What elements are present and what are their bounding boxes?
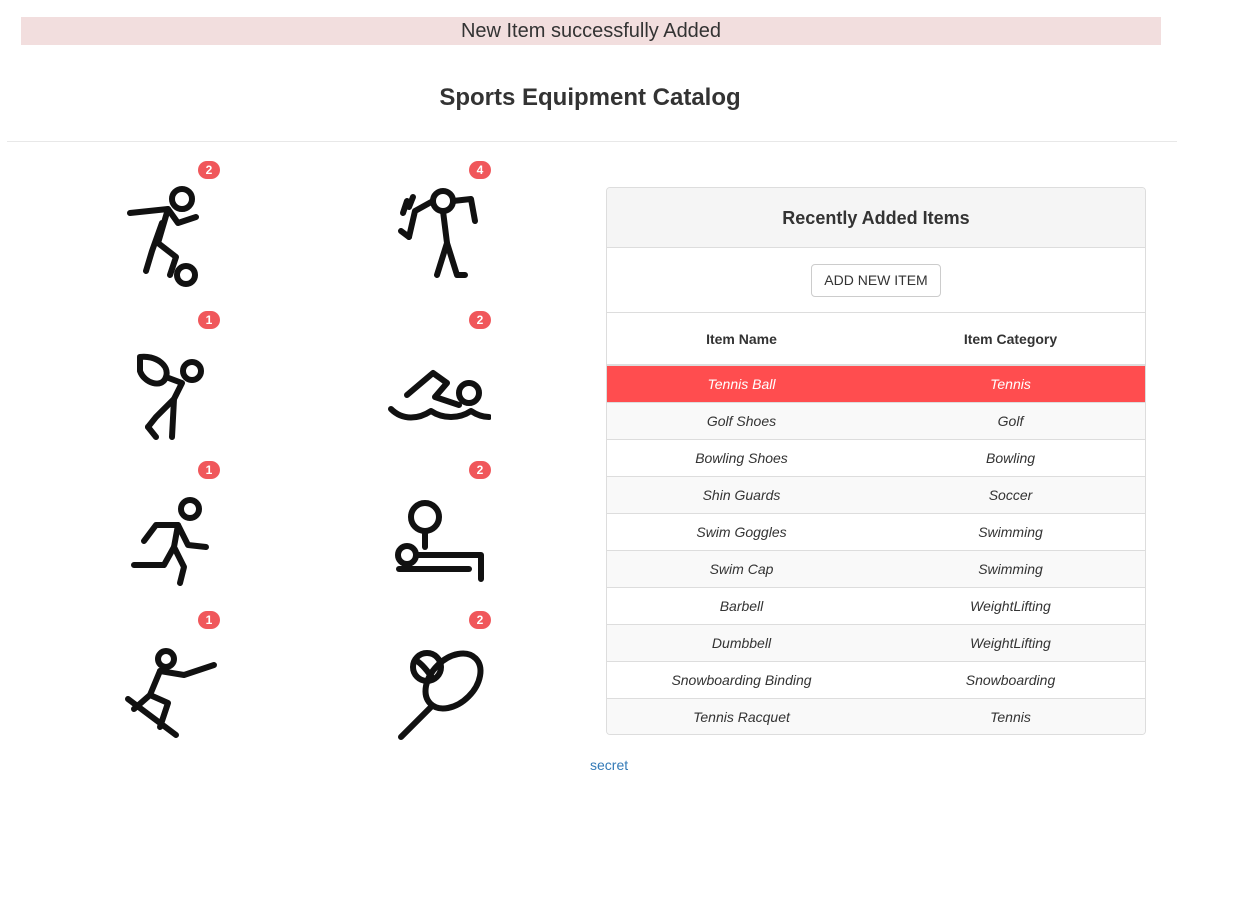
- item-name-cell: Swim Goggles: [607, 512, 876, 550]
- recent-items-panel: Recently Added Items ADD NEW ITEM Item N…: [606, 187, 1146, 735]
- snowboarding-icon: [125, 648, 217, 738]
- count-badge: 2: [469, 311, 491, 329]
- item-category-cell: WeightLifting: [876, 623, 1145, 661]
- divider: [7, 141, 1177, 142]
- item-category-cell: WeightLifting: [876, 586, 1145, 624]
- count-badge: 1: [198, 311, 220, 329]
- add-new-item-button[interactable]: ADD NEW ITEM: [811, 263, 941, 297]
- item-name-cell: Shin Guards: [607, 475, 876, 513]
- count-badge: 2: [469, 611, 491, 629]
- item-category-cell: Tennis: [876, 365, 1145, 402]
- panel-actions: ADD NEW ITEM: [607, 248, 1145, 313]
- tennis-icon: [398, 650, 484, 740]
- category-tile-soccer[interactable]: 2: [100, 161, 220, 291]
- count-badge: 1: [198, 611, 220, 629]
- column-header-item-name: Item Name: [607, 313, 876, 366]
- item-name-cell: Dumbbell: [607, 623, 876, 661]
- table-header-row: Item Name Item Category: [607, 313, 1145, 366]
- item-category-cell: Tennis: [876, 697, 1145, 734]
- table-row[interactable]: Tennis Racquet Tennis: [607, 697, 1145, 734]
- table-row[interactable]: Snowboarding Binding Snowboarding: [607, 660, 1145, 698]
- soccer-icon: [127, 186, 199, 287]
- bowling-icon: [137, 353, 204, 440]
- table-row[interactable]: Barbell WeightLifting: [607, 586, 1145, 624]
- item-category-cell: Golf: [876, 401, 1145, 439]
- item-name-cell: Tennis Ball: [607, 365, 876, 402]
- table-row[interactable]: Swim Goggles Swimming: [607, 512, 1145, 550]
- table-row[interactable]: Dumbbell WeightLifting: [607, 623, 1145, 661]
- table-row[interactable]: Swim Cap Swimming: [607, 549, 1145, 587]
- weightlifting-icon: [395, 500, 484, 582]
- item-name-cell: Bowling Shoes: [607, 438, 876, 476]
- category-tile-running[interactable]: 1: [100, 461, 220, 591]
- item-category-cell: Soccer: [876, 475, 1145, 513]
- items-table: Item Name Item Category Tennis Ball Tenn…: [607, 313, 1145, 734]
- table-row[interactable]: Golf Shoes Golf: [607, 401, 1145, 439]
- category-tile-weightlifting[interactable]: 2: [371, 461, 491, 591]
- item-category-cell: Swimming: [876, 549, 1145, 587]
- count-badge: 4: [469, 161, 491, 179]
- category-tile-tennis[interactable]: 2: [371, 611, 491, 741]
- page-title: Sports Equipment Catalog: [439, 84, 741, 111]
- item-category-cell: Snowboarding: [876, 660, 1145, 698]
- panel-title: Recently Added Items: [607, 188, 1145, 248]
- item-name-cell: Tennis Racquet: [607, 697, 876, 734]
- item-name-cell: Snowboarding Binding: [607, 660, 876, 698]
- item-name-cell: Swim Cap: [607, 549, 876, 587]
- item-category-cell: Bowling: [876, 438, 1145, 476]
- item-name-cell: Barbell: [607, 586, 876, 624]
- category-tile-swimming[interactable]: 2: [371, 311, 491, 441]
- category-tile-bowling[interactable]: 1: [100, 311, 220, 441]
- category-tile-snowboarding[interactable]: 1: [100, 611, 220, 741]
- flash-message: New Item successfully Added: [21, 17, 1161, 45]
- table-row[interactable]: Shin Guards Soccer: [607, 475, 1145, 513]
- running-icon: [131, 497, 209, 586]
- secret-link[interactable]: secret: [590, 757, 628, 773]
- count-badge: 2: [469, 461, 491, 479]
- count-badge: 2: [198, 161, 220, 179]
- count-badge: 1: [198, 461, 220, 479]
- golf-icon: [398, 188, 478, 278]
- item-name-cell: Golf Shoes: [607, 401, 876, 439]
- table-row[interactable]: Tennis Ball Tennis: [607, 365, 1145, 402]
- column-header-item-category: Item Category: [876, 313, 1145, 366]
- swimming-icon: [388, 370, 491, 421]
- category-tile-golf[interactable]: 4: [371, 161, 491, 291]
- table-row[interactable]: Bowling Shoes Bowling: [607, 438, 1145, 476]
- item-category-cell: Swimming: [876, 512, 1145, 550]
